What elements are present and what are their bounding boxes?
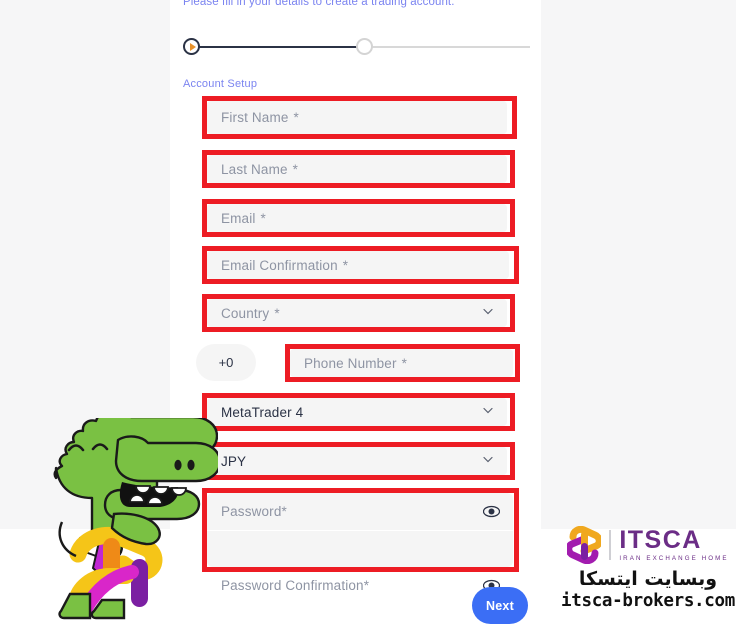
currency-value: JPY xyxy=(221,453,247,469)
phone-number-placeholder: Phone Number xyxy=(304,355,397,371)
stepper-track-fill xyxy=(192,46,367,48)
chevron-down-icon xyxy=(483,407,493,417)
watermark-wordmark: ITSCA IRAN EXCHANGE HOME xyxy=(619,525,729,562)
platform-select[interactable]: MetaTrader 4 xyxy=(207,398,507,426)
watermark-divider xyxy=(609,530,612,560)
email-wrap: Email * xyxy=(207,204,507,232)
section-label-account-setup: Account Setup xyxy=(183,78,258,90)
next-button[interactable]: Next xyxy=(472,587,528,624)
email-required: * xyxy=(260,210,266,226)
last-name-input[interactable]: Last Name * xyxy=(207,155,507,183)
last-name-placeholder: Last Name xyxy=(221,161,288,177)
progress-stepper xyxy=(183,38,530,56)
password-confirmation-placeholder: Password Confirmation xyxy=(221,578,364,593)
platform-wrap: MetaTrader 4 xyxy=(207,398,507,426)
password-input[interactable]: Password * xyxy=(207,493,513,530)
watermark-brand-name: ITSCA xyxy=(619,525,702,554)
email-input[interactable]: Email * xyxy=(207,204,507,232)
email-confirmation-input[interactable]: Email Confirmation * xyxy=(207,251,509,279)
stepper-step-1-active[interactable] xyxy=(183,38,200,55)
currency-wrap: JPY xyxy=(207,447,507,475)
password-required: * xyxy=(281,504,287,519)
password-confirmation-required: * xyxy=(363,578,370,593)
phone-number-wrap: Phone Number * xyxy=(290,349,513,377)
crocodile-mascot xyxy=(18,410,222,624)
chevron-down-icon xyxy=(483,456,493,466)
email-confirmation-wrap: Email Confirmation * xyxy=(207,251,509,279)
phone-prefix[interactable]: +0 xyxy=(196,344,256,381)
chevron-down-icon xyxy=(483,308,493,318)
platform-value: MetaTrader 4 xyxy=(221,404,304,420)
password-divider xyxy=(207,530,513,531)
last-name-wrap: Last Name * xyxy=(207,155,507,183)
country-wrap: Country * xyxy=(207,299,507,327)
password-confirmation-input[interactable]: Password Confirmation * xyxy=(207,567,513,604)
country-placeholder: Country xyxy=(221,305,270,321)
watermark-url: itsca-brokers.com xyxy=(560,591,735,611)
country-select[interactable]: Country * xyxy=(207,299,507,327)
first-name-placeholder: First Name xyxy=(221,110,289,125)
phone-number-required: * xyxy=(401,355,408,371)
phone-number-input[interactable]: Phone Number * xyxy=(290,349,513,377)
form-subtitle: Please fill in your details to create a … xyxy=(183,0,455,8)
stepper-step-2-upcoming[interactable] xyxy=(356,38,373,55)
email-confirmation-required: * xyxy=(342,257,349,273)
last-name-required: * xyxy=(292,161,299,177)
watermark-persian-text: وبسایت ایتسکا xyxy=(578,568,718,590)
currency-select[interactable]: JPY xyxy=(207,447,507,475)
first-name-input[interactable]: First Name * xyxy=(207,101,507,134)
email-confirmation-placeholder: Email Confirmation xyxy=(221,257,338,273)
password-group: Password * Password Confirmation * xyxy=(207,493,513,593)
app-root: Please fill in your details to create a … xyxy=(0,0,736,624)
watermark-brand: ITSCA IRAN EXCHANGE HOME وبسایت ایتسکا i… xyxy=(560,524,736,624)
watermark-logo-row: ITSCA IRAN EXCHANGE HOME xyxy=(560,524,736,566)
itsca-logo-mark xyxy=(567,526,602,564)
watermark-tagline: IRAN EXCHANGE HOME xyxy=(619,554,729,562)
play-marker-icon xyxy=(189,42,196,51)
eye-icon[interactable] xyxy=(483,505,500,518)
password-placeholder: Password xyxy=(221,504,282,519)
first-name-required: * xyxy=(293,110,299,125)
email-placeholder: Email xyxy=(221,210,256,226)
country-required: * xyxy=(274,305,280,321)
first-name-wrap: First Name * xyxy=(207,101,507,134)
